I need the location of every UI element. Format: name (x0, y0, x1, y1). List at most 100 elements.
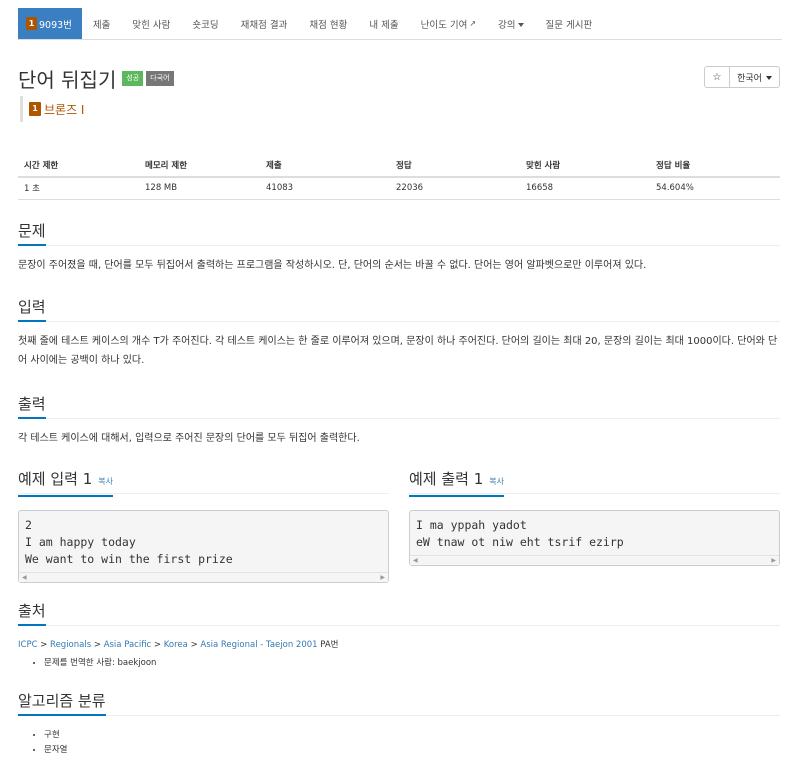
problem-nav: 1 9093번 제출 맞힌 사람 숏코딩 재채점 결과 채점 현황 내 제출 난… (18, 8, 782, 40)
copy-input-button[interactable]: 복사 (98, 477, 113, 486)
language-dropdown[interactable]: 한국어 (730, 66, 780, 88)
scroll-left-icon[interactable]: ◀ (413, 556, 418, 566)
status-badge-multilang: 다국어 (146, 71, 174, 86)
submissions-value: 41083 (260, 177, 390, 200)
section-header: 알고리즘 분류 (18, 692, 780, 716)
section-header: 예제 입력 1 복사 (18, 470, 389, 497)
sample-input-box: 2 I am happy today We want to win the fi… (18, 510, 389, 583)
source-suffix: PA번 (320, 640, 339, 650)
nav-tab-status[interactable]: 채점 현황 (298, 8, 358, 39)
breadcrumb-separator: > (40, 640, 48, 650)
nav-tab-label: 맞힌 사람 (132, 19, 171, 31)
header-ratio: 정답 비율 (650, 153, 780, 178)
section-header: 출처 (18, 602, 780, 626)
input-section: 입력 첫째 줄에 테스트 케이스의 개수 T가 주어진다. 각 테스트 케이스는… (18, 298, 780, 370)
nav-tab-label: 강의 (498, 19, 516, 31)
sample-input-block: 예제 입력 1 복사 2 I am happy today We want to … (18, 470, 389, 583)
source-breadcrumb: ICPC > Regionals > Asia Pacific > Korea … (18, 638, 780, 650)
breadcrumb-separator: > (190, 640, 198, 650)
nav-tab-lectures[interactable]: 강의 (487, 8, 534, 39)
nav-tab-label: 난이도 기여 (420, 19, 468, 31)
section-header: 문제 (18, 222, 780, 246)
nav-tab-label: 내 제출 (369, 19, 399, 31)
accepted-value: 22036 (390, 177, 520, 200)
algorithm-section: 알고리즘 분류 구현 문자열 (18, 692, 780, 758)
table-header-row: 시간 제한 메모리 제한 제출 정답 맞힌 사람 정답 비율 (18, 153, 780, 178)
header-solved-users: 맞힌 사람 (520, 153, 650, 178)
source-heading: 출처 (18, 602, 46, 626)
header-accepted: 정답 (390, 153, 520, 178)
source-link-asia-pacific[interactable]: Asia Pacific (104, 640, 152, 650)
nav-tab-label: 재채점 결과 (240, 19, 288, 31)
nav-tab-label: 숏코딩 (192, 19, 219, 31)
section-header: 입력 (18, 298, 780, 322)
nav-tab-difficulty[interactable]: 난이도 기여 ↗ (410, 8, 487, 39)
tier-text: 브론즈 I (44, 102, 85, 117)
source-details-list: 문제를 번역한 사람: baekjoon (44, 656, 780, 671)
output-description: 각 테스트 케이스에 대해서, 입력으로 주어진 문장의 단어를 모두 뒤집어 … (18, 433, 360, 444)
nav-tab-label: 질문 게시판 (545, 19, 593, 31)
algorithm-tag[interactable]: 구현 (44, 728, 780, 743)
scroll-right-icon[interactable]: ▶ (380, 573, 385, 583)
star-icon: ☆ (712, 71, 722, 83)
nav-tab-solved-users[interactable]: 맞힌 사람 (121, 8, 181, 39)
algorithm-heading: 알고리즘 분류 (18, 692, 106, 716)
sample-input-heading: 예제 입력 1 복사 (18, 470, 114, 497)
input-description: 첫째 줄에 테스트 케이스의 개수 T가 주어진다. 각 테스트 케이스는 한 … (18, 336, 778, 366)
horizontal-scrollbar[interactable]: ◀ ▶ (19, 572, 388, 582)
source-link-icpc[interactable]: ICPC (18, 640, 38, 650)
algorithm-tag-list: 구현 문자열 (44, 728, 780, 758)
header-submissions: 제출 (260, 153, 390, 178)
table-row: 1 초 128 MB 41083 22036 16658 54.604% (18, 177, 780, 200)
nav-tab-my-submissions[interactable]: 내 제출 (358, 8, 409, 39)
horizontal-scrollbar[interactable]: ◀ ▶ (410, 555, 779, 565)
nav-tab-problem-label: 9093번 (39, 19, 72, 31)
page-title: 단어 뒤집기 (18, 68, 117, 92)
tier-badge-icon: 1 (26, 17, 37, 30)
problem-info-table: 시간 제한 메모리 제한 제출 정답 맞힌 사람 정답 비율 1 초 128 M… (18, 153, 780, 200)
breadcrumb-separator: > (93, 640, 101, 650)
header-time-limit: 시간 제한 (18, 153, 139, 178)
input-heading: 입력 (18, 298, 46, 322)
scroll-right-icon[interactable]: ▶ (771, 556, 776, 566)
nav-tab-submit[interactable]: 제출 (82, 8, 121, 39)
sample-output-title: 예제 출력 1 (409, 470, 484, 488)
output-section: 출력 각 테스트 케이스에 대해서, 입력으로 주어진 문장의 단어를 모두 뒤… (18, 395, 780, 448)
nav-tab-problem[interactable]: 1 9093번 (18, 8, 82, 39)
sample-output-box: I ma yppah yadot eW tnaw ot niw eht tsri… (409, 510, 780, 566)
section-header: 출력 (18, 395, 780, 419)
sample-input-text: 2 I am happy today We want to win the fi… (25, 518, 233, 566)
problem-heading: 문제 (18, 222, 46, 246)
output-heading: 출력 (18, 395, 46, 419)
tier-badge-icon: 1 (29, 102, 41, 116)
source-link-contest[interactable]: Asia Regional - Taejon 2001 (200, 640, 317, 650)
section-header: 예제 출력 1 복사 (409, 470, 780, 497)
caret-down-icon (517, 22, 524, 27)
sample-output-text: I ma yppah yadot eW tnaw ot niw eht tsri… (416, 518, 624, 549)
problem-description: 문장이 주어졌을 때, 단어를 모두 뒤집어서 출력하는 프로그램을 작성하시오… (18, 260, 647, 271)
ratio-value: 54.604% (650, 177, 780, 200)
tier-indicator[interactable]: 1 브론즈 I (20, 96, 84, 122)
time-limit-value: 1 초 (18, 177, 139, 200)
problem-title-row: 단어 뒤집기 성공 다국어 (18, 64, 177, 93)
sample-output-block: 예제 출력 1 복사 I ma yppah yadot eW tnaw ot ni… (409, 470, 780, 566)
title-controls: ☆ 한국어 (704, 66, 780, 88)
nav-tab-short-coding[interactable]: 숏코딩 (181, 8, 229, 39)
nav-tab-label: 채점 현황 (309, 19, 348, 31)
sample-input-title: 예제 입력 1 (18, 470, 93, 488)
copy-output-button[interactable]: 복사 (489, 477, 504, 486)
nav-tab-qna[interactable]: 질문 게시판 (535, 8, 604, 39)
header-memory-limit: 메모리 제한 (139, 153, 260, 178)
nav-tab-label: 제출 (92, 19, 111, 31)
source-link-korea[interactable]: Korea (164, 640, 188, 650)
algorithm-tag[interactable]: 문자열 (44, 743, 780, 758)
star-button[interactable]: ☆ (704, 66, 730, 88)
nav-tab-rejudge[interactable]: 재채점 결과 (230, 8, 299, 39)
scroll-left-icon[interactable]: ◀ (22, 573, 27, 583)
solved-users-value: 16658 (520, 177, 650, 200)
status-badge-success: 성공 (122, 71, 144, 86)
caret-down-icon (765, 76, 772, 80)
external-link-icon: ↗ (469, 19, 477, 28)
source-link-regionals[interactable]: Regionals (50, 640, 91, 650)
problem-section: 문제 문장이 주어졌을 때, 단어를 모두 뒤집어서 출력하는 프로그램을 작성… (18, 222, 780, 275)
